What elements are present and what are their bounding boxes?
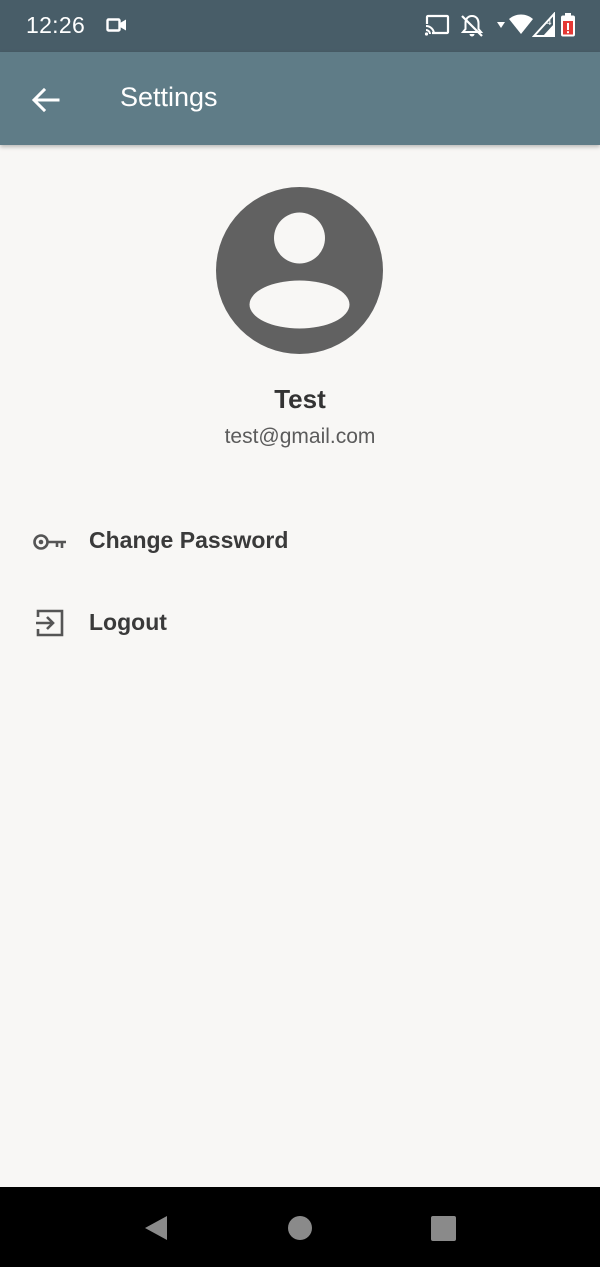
status-bar: 12:26 4 bbox=[0, 0, 600, 52]
signal-badge: 4 bbox=[546, 18, 552, 28]
back-button[interactable] bbox=[22, 76, 70, 124]
profile-email: test@gmail.com bbox=[224, 425, 376, 448]
video-camera-icon bbox=[106, 18, 126, 32]
status-time: 12:26 bbox=[26, 12, 86, 38]
wifi-icon bbox=[509, 14, 533, 34]
arrow-back-icon bbox=[31, 87, 60, 113]
key-icon bbox=[33, 534, 66, 550]
notifications-off-icon bbox=[460, 14, 484, 37]
home-circle-icon[interactable] bbox=[287, 1215, 313, 1241]
signal-icon: 4 bbox=[532, 12, 555, 37]
page-title: Settings bbox=[120, 82, 218, 112]
change-password-label: Change Password bbox=[89, 527, 289, 553]
logout-label: Logout bbox=[89, 609, 167, 635]
data-arrow-icon bbox=[497, 22, 505, 28]
cast-icon bbox=[424, 14, 450, 36]
account-circle-icon bbox=[216, 187, 383, 354]
recents-square-icon[interactable] bbox=[431, 1216, 456, 1241]
profile-name: Test bbox=[274, 384, 326, 414]
app-bar: Settings bbox=[0, 52, 600, 145]
back-triangle-icon[interactable] bbox=[143, 1214, 169, 1242]
exit-icon bbox=[36, 609, 64, 637]
change-password-item[interactable]: Change Password bbox=[0, 503, 600, 581]
battery-alert-icon bbox=[561, 13, 575, 37]
navigation-bar bbox=[0, 1187, 600, 1267]
logout-item[interactable]: Logout bbox=[0, 585, 600, 663]
